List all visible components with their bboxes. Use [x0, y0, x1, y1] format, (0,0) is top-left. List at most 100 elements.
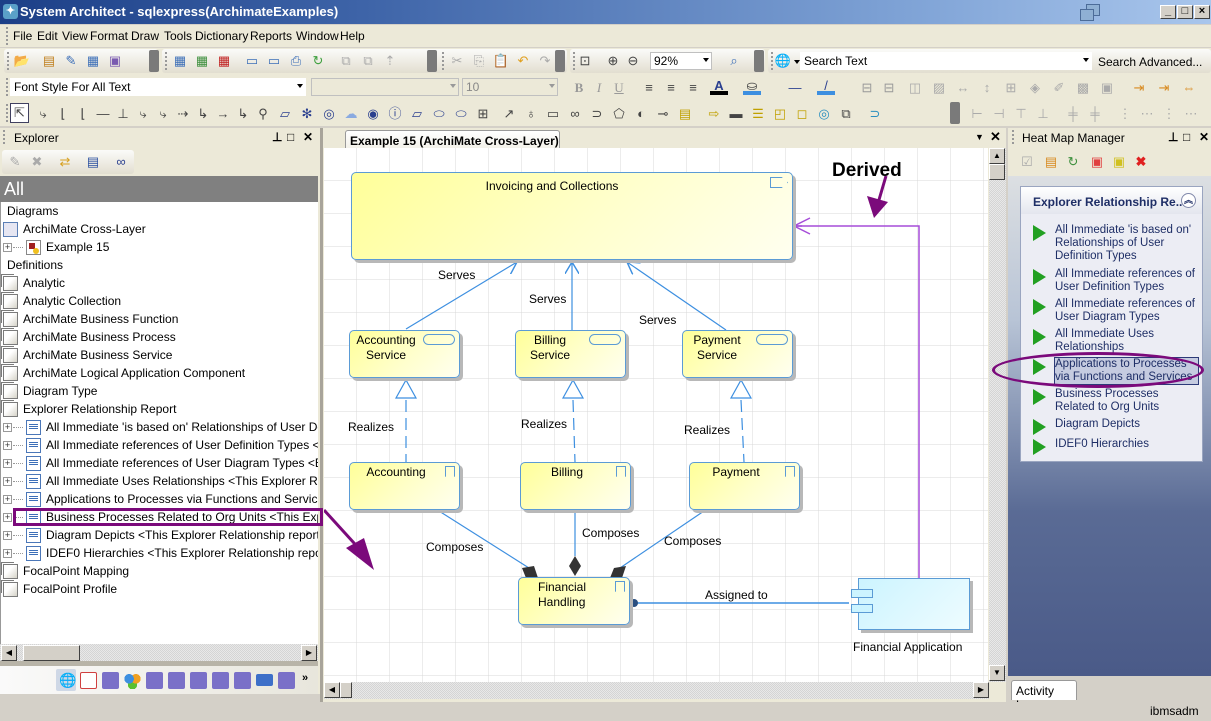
tree-item[interactable]: ArchiMate Business Process — [3, 328, 176, 346]
bold-button[interactable]: B — [570, 79, 588, 97]
close-button[interactable]: × — [1194, 5, 1210, 19]
scroll-right-button[interactable]: ▶ — [973, 682, 989, 698]
maximize-panel-icon[interactable]: □ — [1183, 130, 1190, 144]
tree-item[interactable]: ArchiMate Cross-Layer — [3, 220, 146, 238]
line-tool-6-icon[interactable]: ⤷ — [134, 105, 152, 123]
expand-icon[interactable]: + — [3, 495, 12, 505]
derived-edge[interactable] — [794, 225, 920, 580]
text-above-icon[interactable]: ⊟ — [858, 79, 876, 97]
shape-target-icon[interactable]: ◎ — [320, 105, 338, 123]
font-size-combo[interactable]: 10 — [462, 78, 558, 96]
shape-doc-icon[interactable]: ◻ — [793, 105, 811, 123]
tree-item[interactable]: ArchiMate Logical Application Component — [3, 364, 245, 382]
globe-icon[interactable]: 🌐 — [774, 52, 792, 70]
paste-icon[interactable]: 📋 — [492, 52, 510, 70]
align-center-v-icon[interactable]: ╪ — [1086, 105, 1104, 123]
edit-heatmap-icon[interactable]: ▣ — [1110, 153, 1128, 171]
save-all-icon[interactable]: ▭ — [265, 52, 283, 70]
shape-split-icon[interactable]: ◐ — [632, 105, 650, 123]
heatmap-item[interactable]: All Immediate 'is based on' Relationship… — [1033, 224, 1198, 263]
monitor-view-icon[interactable] — [256, 674, 273, 686]
shape-rings-2-icon[interactable]: ◎ — [815, 105, 833, 123]
underline-button[interactable]: U — [610, 79, 628, 97]
menu-view[interactable]: View — [62, 29, 88, 43]
tree-item[interactable]: FocalPoint Mapping — [3, 562, 129, 580]
open-heatmap-icon[interactable]: ▤ — [1042, 153, 1060, 171]
node-financial-application[interactable] — [858, 578, 970, 630]
shape-bar-icon[interactable]: ▬ — [727, 105, 745, 123]
line-tool-3-icon[interactable]: ⌊ — [74, 105, 92, 123]
shape-bulb-icon[interactable]: ♁ — [522, 105, 540, 123]
italic-button[interactable]: I — [590, 79, 608, 97]
distribute-v-icon[interactable]: ⋮ — [1116, 105, 1134, 123]
connect-icon[interactable]: ⇥ — [1130, 79, 1148, 97]
tree-item[interactable]: + All Immediate references of User Diagra… — [3, 454, 318, 472]
shape-rings-icon[interactable]: ∞ — [566, 105, 584, 123]
align-middle-icon[interactable]: ╪ — [1064, 105, 1082, 123]
shape-battery-icon[interactable]: ▭ — [544, 105, 562, 123]
node-payment[interactable]: Payment — [689, 462, 800, 510]
expand-icon[interactable]: + — [3, 459, 12, 469]
line-style-icon[interactable]: — — [786, 79, 804, 97]
catalog-view-2-icon[interactable] — [146, 672, 163, 689]
shape-arrow-icon[interactable]: ⇨ — [705, 105, 723, 123]
fill-color-icon[interactable]: ⛀ — [743, 79, 761, 95]
menu-draw[interactable]: Draw — [131, 29, 159, 43]
node-billing[interactable]: Billing — [520, 462, 631, 510]
expand-icon[interactable]: + — [3, 243, 12, 253]
tree-item[interactable]: Analytic — [3, 274, 65, 292]
menu-dictionary[interactable]: Dictionary — [195, 29, 248, 43]
scroll-thumb[interactable] — [989, 164, 1005, 180]
tree-item[interactable]: Diagram Type — [3, 382, 97, 400]
new-diagram-icon[interactable]: ▦ — [171, 52, 189, 70]
paste-from-icon[interactable]: ⧉ — [359, 52, 377, 70]
maximize-button[interactable]: □ — [1177, 5, 1193, 19]
heatmap-item[interactable]: All Immediate references of User Definit… — [1033, 268, 1198, 294]
realizes-edge-3[interactable] — [740, 399, 745, 463]
toolbar-overflow[interactable] — [555, 50, 565, 72]
refresh-icon[interactable]: ↻ — [309, 52, 327, 70]
copy-icon[interactable]: ⎘ — [470, 52, 488, 70]
tree-item[interactable]: + All Immediate Uses Relationships <This … — [3, 472, 318, 490]
more-views-icon[interactable]: » — [302, 672, 308, 684]
shape-ellipse-icon[interactable]: ⬭ — [452, 105, 470, 123]
shape-frame-icon[interactable]: ▤ — [676, 105, 694, 123]
node-financial-handling[interactable]: Financial Handling — [518, 577, 630, 625]
scroll-down-button[interactable]: ▼ — [989, 665, 1005, 681]
expand-icon[interactable]: + — [3, 531, 12, 541]
align-right-icon[interactable]: ≡ — [684, 79, 702, 97]
scroll-left-button[interactable]: ◀ — [324, 682, 340, 698]
tab-list-icon[interactable]: ▼ — [975, 132, 984, 142]
shape-star-icon[interactable]: ✻ — [298, 105, 316, 123]
catalog-view-3-icon[interactable] — [168, 672, 185, 689]
shape-list-icon[interactable]: ☰ — [749, 105, 767, 123]
heatmap-item[interactable]: Diagram Depicts — [1033, 418, 1198, 435]
canvas-vscrollbar[interactable]: ▲ ▼ — [989, 148, 1006, 682]
connect-3-icon[interactable]: ⇔ — [1180, 79, 1198, 97]
print-icon[interactable]: ⎙ — [287, 52, 305, 70]
matrix-icon[interactable]: ▣ — [106, 52, 124, 70]
same-height-icon[interactable]: ↕ — [978, 79, 996, 97]
save-icon[interactable]: ▭ — [243, 52, 261, 70]
font-name-combo[interactable] — [311, 78, 459, 96]
new-heatmap-icon[interactable]: ▣ — [1088, 153, 1106, 171]
pin-icon[interactable]: ⊥ — [272, 130, 282, 144]
shape-cloud-icon[interactable]: ☁ — [342, 105, 360, 123]
font-style-combo[interactable]: Font Style For All Text — [10, 78, 306, 96]
line-tool-icon[interactable]: ⤷ — [34, 105, 52, 123]
search-button[interactable]: Search — [1098, 55, 1136, 69]
catalog-view-7-icon[interactable] — [278, 672, 295, 689]
format-icon[interactable]: ▨ — [930, 79, 948, 97]
heatmap-item[interactable]: IDEF0 Hierarchies — [1033, 438, 1198, 455]
view-icon[interactable]: ∞ — [112, 153, 130, 171]
advanced-search-button[interactable]: Advanced... — [1139, 55, 1202, 69]
shape-target-2-icon[interactable]: ◉ — [364, 105, 382, 123]
toolbar-overflow[interactable] — [754, 50, 764, 72]
sync-icon[interactable]: ⇄ — [56, 153, 74, 171]
heatmap-item[interactable]: All Immediate references of User Diagram… — [1033, 298, 1198, 324]
shape-grid-icon[interactable]: ⊞ — [474, 105, 492, 123]
toolbar-overflow[interactable] — [950, 102, 960, 124]
heatmap-item[interactable]: All Immediate Uses Relationships — [1033, 328, 1198, 354]
globe-view-icon[interactable]: 🌐 — [56, 669, 76, 691]
tree-item[interactable]: Analytic Collection — [3, 292, 121, 310]
